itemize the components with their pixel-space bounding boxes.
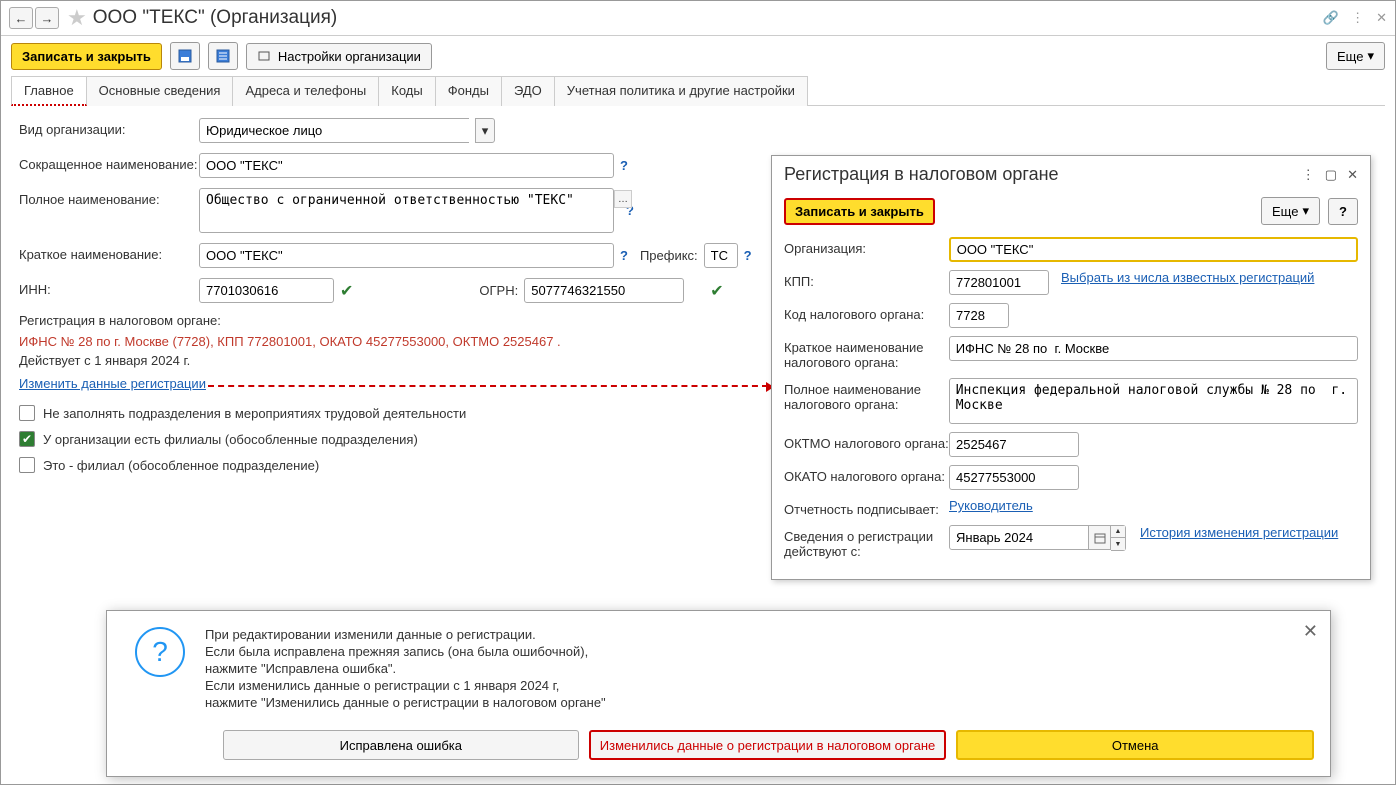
panel-full-tax-label: Полное наименование налогового органа:: [784, 378, 949, 412]
panel-short-tax-input[interactable]: [949, 336, 1358, 361]
panel-help-button[interactable]: ?: [1328, 198, 1358, 225]
has-branches-label: У организации есть филиалы (обособленные…: [43, 432, 418, 447]
dialog-line: Если изменились данные о регистрации с 1…: [205, 678, 606, 693]
panel-kpp-label: КПП:: [784, 270, 949, 289]
full-name-input[interactable]: [199, 188, 614, 233]
list-button[interactable]: [208, 42, 238, 70]
link-icon[interactable]: 🔗: [1323, 10, 1339, 26]
panel-org-label: Организация:: [784, 237, 949, 256]
help-icon[interactable]: ?: [744, 248, 752, 263]
more-icon[interactable]: ⋮: [1351, 10, 1364, 26]
favorite-icon[interactable]: ★: [67, 5, 87, 31]
has-branches-checkbox[interactable]: ✔: [19, 431, 35, 447]
expand-button[interactable]: …: [614, 190, 632, 208]
no-subdiv-checkbox[interactable]: [19, 405, 35, 421]
short-name-input[interactable]: [199, 153, 614, 178]
help-icon[interactable]: ?: [620, 248, 628, 263]
panel-more-button[interactable]: Еще ▾: [1261, 197, 1320, 225]
panel-code-label: Код налогового органа:: [784, 303, 949, 322]
panel-kpp-input[interactable]: [949, 270, 1049, 295]
panel-valid-input[interactable]: [949, 525, 1089, 550]
org-type-select[interactable]: [199, 118, 469, 143]
data-changed-button[interactable]: Изменились данные о регистрации в налого…: [589, 730, 947, 760]
dialog-line: При редактировании изменили данные о рег…: [205, 627, 606, 642]
error-fixed-button[interactable]: Исправлена ошибка: [223, 730, 579, 760]
tab-policy[interactable]: Учетная политика и другие настройки: [554, 76, 808, 106]
panel-signer-label: Отчетность подписывает:: [784, 498, 949, 517]
dialog-close-icon[interactable]: ✕: [1303, 621, 1318, 642]
panel-short-tax-label: Краткое наименование налогового органа:: [784, 336, 949, 370]
panel-maximize-icon[interactable]: ▢: [1325, 167, 1337, 183]
close-icon[interactable]: ✕: [1376, 10, 1387, 26]
registration-panel: Регистрация в налоговом органе ⋮ ▢ ✕ Зап…: [771, 155, 1371, 580]
org-settings-button[interactable]: Настройки организации: [246, 43, 432, 70]
panel-oktmo-label: ОКТМО налогового органа:: [784, 432, 949, 451]
panel-close-icon[interactable]: ✕: [1347, 167, 1358, 183]
tabs: Главное Основные сведения Адреса и телеф…: [1, 76, 1395, 106]
signer-link[interactable]: Руководитель: [949, 498, 1033, 513]
tab-funds[interactable]: Фонды: [435, 76, 502, 106]
check-icon: ✔: [340, 281, 353, 301]
panel-valid-label: Сведения о регистрации действуют с:: [784, 525, 949, 559]
ogrn-input[interactable]: [524, 278, 684, 303]
panel-org-input[interactable]: [949, 237, 1358, 262]
panel-save-close-button[interactable]: Записать и закрыть: [784, 198, 935, 225]
prefix-label: Префикс:: [640, 248, 698, 263]
tab-main[interactable]: Главное: [11, 76, 87, 106]
is-branch-checkbox[interactable]: [19, 457, 35, 473]
dialog-line: Если была исправлена прежняя запись (она…: [205, 644, 606, 659]
tab-address[interactable]: Адреса и телефоны: [232, 76, 379, 106]
tab-edo[interactable]: ЭДО: [501, 76, 555, 106]
known-reg-link[interactable]: Выбрать из числа известных регистраций: [1061, 270, 1314, 285]
ogrn-label: ОГРН:: [479, 283, 518, 298]
panel-more-icon[interactable]: ⋮: [1302, 167, 1315, 183]
panel-full-tax-input[interactable]: [949, 378, 1358, 424]
calendar-icon[interactable]: [1089, 525, 1111, 550]
question-icon: ?: [135, 627, 185, 677]
panel-code-input[interactable]: [949, 303, 1009, 328]
inn-input[interactable]: [199, 278, 334, 303]
inn-label: ИНН:: [19, 278, 199, 297]
is-branch-label: Это - филиал (обособленное подразделение…: [43, 458, 319, 473]
org-type-label: Вид организации:: [19, 118, 199, 137]
panel-okato-input[interactable]: [949, 465, 1079, 490]
save-close-button[interactable]: Записать и закрыть: [11, 43, 162, 70]
panel-title: Регистрация в налоговом органе: [784, 164, 1302, 185]
arrow-annotation: [208, 385, 768, 387]
dialog-line: нажмите "Изменились данные о регистрации…: [205, 695, 606, 710]
dialog-line: нажмите "Исправлена ошибка".: [205, 661, 606, 676]
more-button[interactable]: Еще ▾: [1326, 42, 1385, 70]
title-bar: ← → ★ ООО "ТЕКС" (Организация) 🔗 ⋮ ✕: [1, 1, 1395, 36]
tab-codes[interactable]: Коды: [378, 76, 435, 106]
help-icon[interactable]: ?: [620, 158, 628, 173]
brief-name-input[interactable]: [199, 243, 614, 268]
history-link[interactable]: История изменения регистрации: [1140, 525, 1338, 540]
full-name-label: Полное наименование:: [19, 188, 199, 207]
panel-okato-label: ОКАТО налогового органа:: [784, 465, 949, 484]
panel-oktmo-input[interactable]: [949, 432, 1079, 457]
cancel-button[interactable]: Отмена: [956, 730, 1314, 760]
no-subdiv-label: Не заполнять подразделения в мероприятия…: [43, 406, 466, 421]
short-name-label: Сокращенное наименование:: [19, 153, 199, 172]
confirm-dialog: ✕ ? При редактировании изменили данные о…: [106, 610, 1331, 777]
change-registration-link[interactable]: Изменить данные регистрации: [19, 376, 206, 391]
spin-down[interactable]: ▼: [1111, 538, 1125, 550]
prefix-input[interactable]: [704, 243, 738, 268]
check-icon: ✔: [710, 281, 723, 301]
spin-up[interactable]: ▲: [1111, 526, 1125, 538]
save-button[interactable]: [170, 42, 200, 70]
brief-name-label: Краткое наименование:: [19, 243, 199, 262]
page-title: ООО "ТЕКС" (Организация): [93, 7, 1323, 29]
org-type-dropdown[interactable]: ▾: [475, 118, 495, 143]
tab-basic[interactable]: Основные сведения: [86, 76, 234, 106]
forward-button[interactable]: →: [35, 7, 59, 29]
main-toolbar: Записать и закрыть Настройки организации…: [1, 36, 1395, 76]
back-button[interactable]: ←: [9, 7, 33, 29]
